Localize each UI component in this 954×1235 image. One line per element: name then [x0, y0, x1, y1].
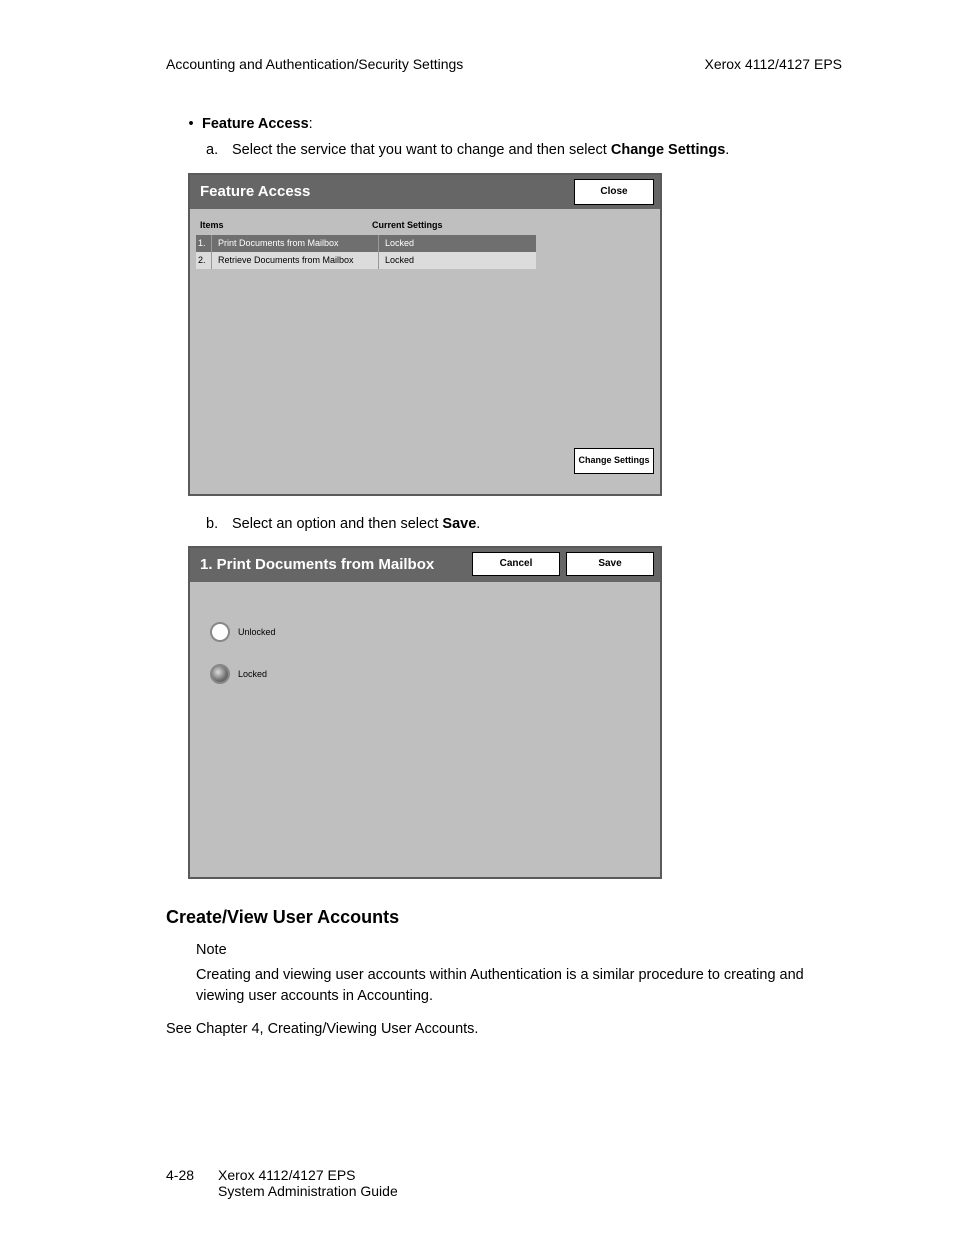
footer-text: Xerox 4112/4127 EPS System Administratio…: [218, 1167, 398, 1199]
step-a: a. Select the service that you want to c…: [206, 140, 842, 160]
row-setting: Locked: [378, 235, 536, 252]
row-setting: Locked: [378, 252, 536, 269]
page-header: Accounting and Authentication/Security S…: [166, 56, 842, 72]
change-settings-button[interactable]: Change Settings: [574, 448, 654, 474]
radio-icon[interactable]: [210, 664, 230, 684]
bullet-point-icon: •: [180, 114, 202, 134]
col-items: Items: [200, 219, 372, 232]
section-title: Create/View User Accounts: [166, 907, 842, 928]
radio-group: Unlocked Locked: [190, 582, 660, 684]
table-row[interactable]: 1. Print Documents from Mailbox Locked: [196, 235, 536, 252]
radio-label: Locked: [238, 668, 267, 681]
note-word: Note: [196, 940, 842, 961]
radio-locked[interactable]: Locked: [210, 664, 660, 684]
col-current-settings: Current Settings: [372, 219, 443, 232]
table-row[interactable]: 2. Retrieve Documents from Mailbox Locke…: [196, 252, 536, 269]
step-letter: a.: [206, 140, 232, 160]
step-b: b. Select an option and then select Save…: [206, 514, 842, 534]
radio-label: Unlocked: [238, 626, 276, 639]
radio-icon[interactable]: [210, 622, 230, 642]
note-block: Note Creating and viewing user accounts …: [196, 940, 842, 1007]
radio-unlocked[interactable]: Unlocked: [210, 622, 660, 642]
header-left: Accounting and Authentication/Security S…: [166, 56, 463, 72]
step-letter: b.: [206, 514, 232, 534]
row-num: 1.: [196, 235, 212, 252]
feature-access-dialog: Feature Access Close Items Current Setti…: [188, 173, 662, 496]
bullet-feature-access: • Feature Access:: [180, 114, 842, 134]
row-name: Print Documents from Mailbox: [212, 235, 378, 252]
header-right: Xerox 4112/4127 EPS: [704, 56, 842, 72]
row-num: 2.: [196, 252, 212, 269]
column-headers: Items Current Settings: [190, 209, 660, 236]
save-button[interactable]: Save: [566, 552, 654, 576]
bullet-label: Feature Access: [202, 116, 309, 132]
row-name: Retrieve Documents from Mailbox: [212, 252, 378, 269]
see-text: See Chapter 4, Creating/Viewing User Acc…: [166, 1021, 842, 1037]
page-footer: 4-28 Xerox 4112/4127 EPS System Administ…: [166, 1167, 398, 1199]
page-number: 4-28: [166, 1167, 218, 1199]
step-b-text: Select an option and then select Save.: [232, 514, 480, 534]
print-documents-dialog: 1. Print Documents from Mailbox Cancel S…: [188, 546, 662, 879]
note-body: Creating and viewing user accounts withi…: [196, 967, 804, 1004]
step-a-text: Select the service that you want to chan…: [232, 140, 729, 160]
close-button[interactable]: Close: [574, 179, 654, 205]
cancel-button[interactable]: Cancel: [472, 552, 560, 576]
